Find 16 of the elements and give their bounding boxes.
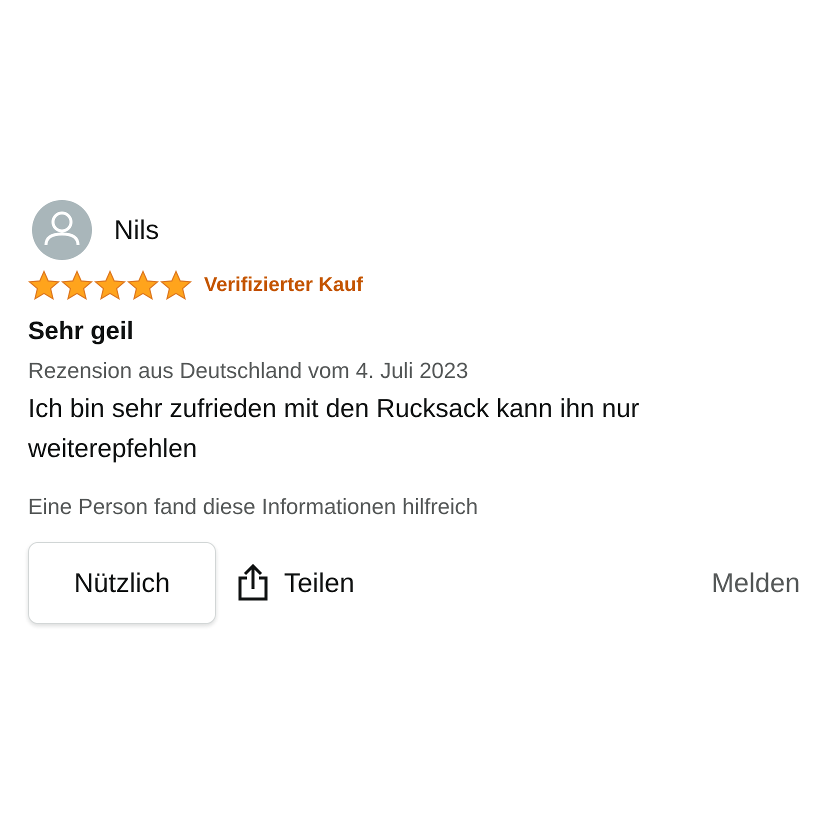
star-icon <box>160 270 192 301</box>
star-icon <box>28 270 60 301</box>
author-name: Nils <box>114 214 159 246</box>
review-text: Ich bin sehr zufrieden mit den Rucksack kann ihn nur weiterepfehlen <box>28 392 640 465</box>
helpful-button[interactable]: Nützlich <box>28 542 216 624</box>
share-button[interactable]: Teilen <box>236 564 355 602</box>
review-meta: Rezension aus Deutschland vom 4. Juli 2023 <box>28 358 470 384</box>
avatar-icon <box>32 200 92 260</box>
star-icon <box>61 270 93 301</box>
share-icon <box>236 564 270 602</box>
star-icon <box>127 270 159 301</box>
star-icon <box>94 270 126 301</box>
helpful-count: Eine Person fand diese Informationen hilfreich <box>28 494 480 520</box>
report-link[interactable]: Melden <box>711 568 800 598</box>
verified-purchase-label: Verifizierter Kauf <box>204 274 363 297</box>
review-title: Sehr geil <box>28 317 135 346</box>
